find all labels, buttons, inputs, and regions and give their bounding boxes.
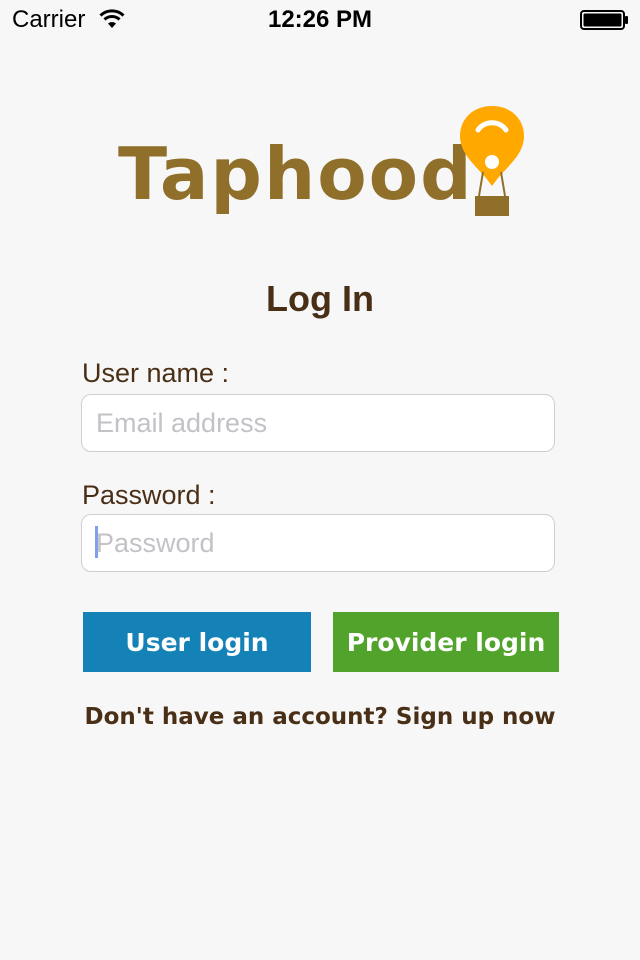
hot-air-balloon-icon bbox=[460, 106, 524, 216]
signup-link[interactable]: Don't have an account? Sign up now bbox=[0, 704, 640, 730]
status-bar: Carrier 12:26 PM bbox=[0, 0, 640, 40]
page-title: Log In bbox=[266, 278, 374, 319]
username-input[interactable] bbox=[81, 394, 555, 452]
logo-wordmark: Taphood bbox=[118, 132, 474, 216]
status-time: 12:26 PM bbox=[267, 6, 373, 33]
password-label: Password : bbox=[82, 480, 216, 510]
text-cursor bbox=[95, 526, 98, 558]
username-label: User name : bbox=[82, 358, 230, 388]
battery-icon bbox=[580, 10, 628, 30]
password-input[interactable] bbox=[81, 514, 555, 572]
app-logo: Taphood bbox=[118, 104, 528, 224]
user-login-button[interactable]: User login bbox=[83, 612, 311, 672]
provider-login-button[interactable]: Provider login bbox=[333, 612, 559, 672]
